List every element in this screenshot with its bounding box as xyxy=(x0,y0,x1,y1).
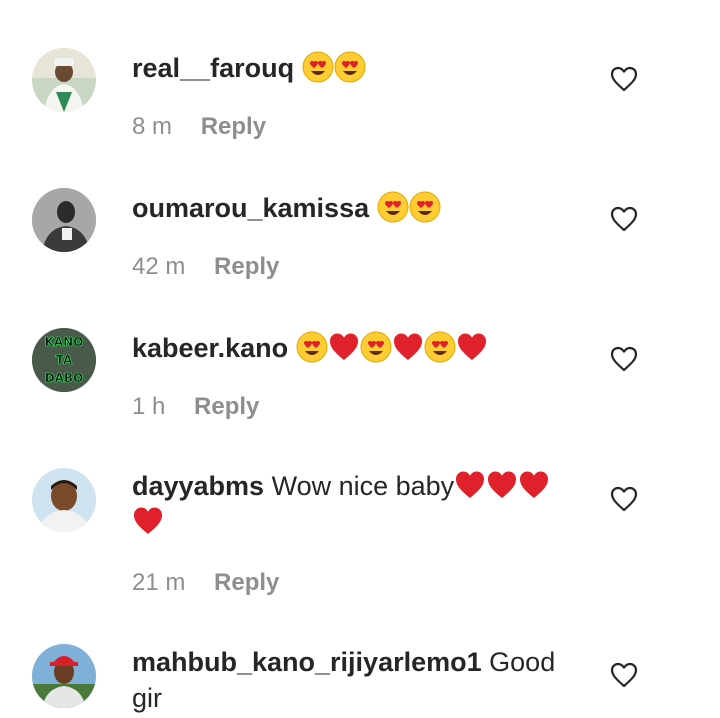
username[interactable]: oumarou_kamissa xyxy=(132,193,369,223)
heart-outline-icon[interactable] xyxy=(610,66,638,92)
heart-eyes-emoji-icon xyxy=(296,331,328,363)
comment-text: Wow nice baby xyxy=(271,471,455,501)
red-heart-emoji-icon xyxy=(329,333,358,360)
red-heart-emoji-icon xyxy=(520,471,549,498)
timestamp: 8 m xyxy=(132,113,173,140)
avatar-logo-line-3: DABO xyxy=(45,371,84,385)
timestamp: 1 h xyxy=(132,393,166,420)
red-heart-emoji-icon xyxy=(456,471,485,498)
comment-meta: 42 m Reply xyxy=(132,252,279,282)
username[interactable]: dayyabms xyxy=(132,471,264,501)
avatar-logo-line-2: TA xyxy=(56,353,73,367)
red-heart-emoji-icon xyxy=(488,471,517,498)
comment-body: real__farouq xyxy=(132,50,572,86)
heart-outline-icon[interactable] xyxy=(610,346,638,372)
comment-body: dayyabms Wow nice baby xyxy=(132,468,572,540)
reply-button[interactable]: Reply xyxy=(214,569,279,596)
timestamp: 42 m xyxy=(132,253,186,280)
comment-body: kabeer.kano xyxy=(132,330,572,366)
avatar[interactable] xyxy=(32,468,96,532)
heart-eyes-emoji-icon xyxy=(377,191,409,223)
reply-button[interactable]: Reply xyxy=(201,113,266,140)
avatar-logo-icon: KANO TA DABO xyxy=(32,328,96,392)
emoji-group xyxy=(302,51,366,83)
red-heart-emoji-icon xyxy=(457,333,486,360)
comment-body: mahbub_kano_rijiyarlemo1 Good gir xyxy=(132,644,572,716)
emoji-group xyxy=(377,191,441,223)
username[interactable]: kabeer.kano xyxy=(132,333,288,363)
comment-body: oumarou_kamissa xyxy=(132,190,572,226)
heart-outline-icon[interactable] xyxy=(610,662,638,688)
avatar[interactable] xyxy=(32,644,96,708)
username[interactable]: real__farouq xyxy=(132,53,294,83)
reply-button[interactable]: Reply xyxy=(214,253,279,280)
heart-outline-icon[interactable] xyxy=(610,486,638,512)
heart-outline-icon[interactable] xyxy=(610,206,638,232)
avatar[interactable] xyxy=(32,188,96,252)
heart-eyes-emoji-icon xyxy=(424,331,456,363)
reply-button[interactable]: Reply xyxy=(194,393,259,420)
red-heart-emoji-icon xyxy=(393,333,422,360)
heart-eyes-emoji-icon xyxy=(360,331,392,363)
avatar-photo-icon xyxy=(32,468,96,532)
avatar[interactable]: KANO TA DABO xyxy=(32,328,96,392)
avatar-photo-icon xyxy=(32,188,96,252)
avatar-photo-icon xyxy=(32,644,96,708)
avatar-logo-line-1: KANO xyxy=(45,335,84,349)
avatar[interactable] xyxy=(32,48,96,112)
avatar-photo-icon xyxy=(32,48,96,112)
heart-eyes-emoji-icon xyxy=(409,191,441,223)
emoji-group xyxy=(296,331,488,363)
comment-meta: 1 h Reply xyxy=(132,392,259,422)
comment-meta: 8 m Reply xyxy=(132,112,266,142)
red-heart-emoji-icon xyxy=(134,507,162,534)
heart-eyes-emoji-icon xyxy=(302,51,334,83)
comment-meta: 21 m Reply xyxy=(132,568,279,598)
timestamp: 21 m xyxy=(132,569,186,596)
username[interactable]: mahbub_kano_rijiyarlemo1 xyxy=(132,647,482,677)
heart-eyes-emoji-icon xyxy=(334,51,366,83)
